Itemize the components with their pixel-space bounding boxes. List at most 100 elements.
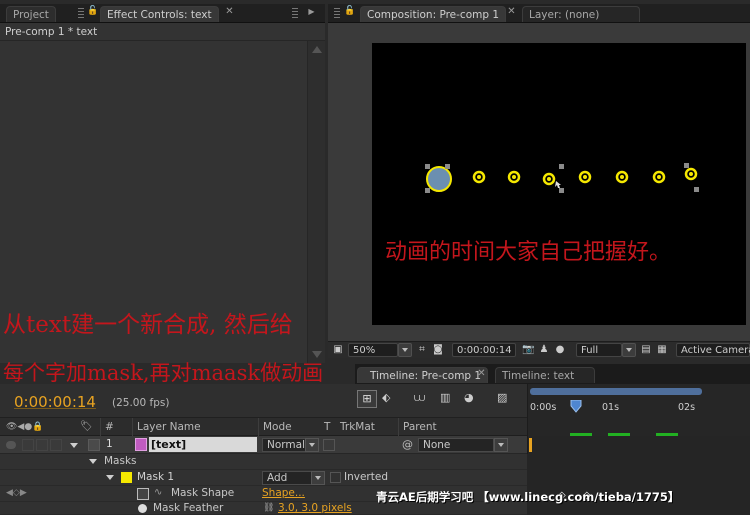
mask-vertex-icon[interactable] bbox=[472, 170, 486, 184]
tab-effect-controls[interactable]: Effect Controls: text bbox=[100, 6, 219, 22]
column-layer-name[interactable]: Layer Name bbox=[132, 418, 258, 436]
effect-controls-scrollbar[interactable] bbox=[307, 41, 325, 363]
mask-feather-value[interactable]: 3.0, 3.0 pixels bbox=[278, 502, 352, 514]
lock-switch[interactable] bbox=[50, 439, 62, 451]
layer-name-field[interactable]: [text] bbox=[149, 437, 257, 452]
twirl-down-icon[interactable] bbox=[106, 475, 114, 480]
region-of-interest-icon[interactable]: ▣ bbox=[332, 344, 344, 356]
parent-dropdown[interactable]: None bbox=[418, 438, 494, 452]
fast-previews-icon[interactable]: ▤ bbox=[640, 344, 652, 356]
pick-whip-icon[interactable]: @ bbox=[402, 438, 413, 451]
parent-dropdown-icon[interactable] bbox=[494, 438, 508, 452]
layer-row[interactable]: 1 [text] Normal @ None bbox=[0, 436, 527, 454]
comp-mini-flowchart-icon[interactable]: ⊞ bbox=[357, 390, 377, 408]
show-snapshot-icon[interactable]: ♟ bbox=[538, 344, 550, 356]
mask-mode-dropdown-icon[interactable] bbox=[311, 471, 325, 485]
frame-blending-icon[interactable]: ▥ bbox=[440, 391, 456, 407]
column-t: T bbox=[324, 421, 331, 433]
draft-3d-icon[interactable]: ⩊ bbox=[414, 391, 430, 407]
close-icon[interactable]: ✕ bbox=[224, 7, 235, 18]
inverted-checkbox[interactable] bbox=[330, 472, 341, 483]
mode-dropdown-icon[interactable] bbox=[305, 438, 319, 452]
lock-icon[interactable]: 🔓 bbox=[87, 6, 98, 17]
mask-name[interactable]: Mask 1 bbox=[137, 471, 174, 483]
layer-in-point[interactable] bbox=[529, 438, 532, 452]
zoom-field[interactable]: 50% bbox=[348, 343, 398, 357]
safe-zones-icon[interactable]: ⌗ bbox=[416, 344, 428, 356]
mask-color-swatch[interactable] bbox=[121, 472, 132, 483]
work-area-bar[interactable] bbox=[530, 388, 702, 395]
composition-icon bbox=[135, 438, 147, 451]
column-trkmat: TrkMat bbox=[340, 421, 375, 433]
color-channels-icon[interactable]: ● bbox=[554, 344, 566, 356]
mask-row[interactable]: Mask 1 Add Inverted bbox=[0, 470, 527, 486]
stopwatch-icon[interactable] bbox=[137, 488, 149, 500]
drag-grip-icon[interactable] bbox=[78, 8, 84, 20]
twirl-down-icon[interactable] bbox=[70, 443, 78, 448]
resolution-field[interactable]: Full bbox=[576, 343, 622, 357]
lock-icon[interactable]: 🔓 bbox=[344, 6, 355, 17]
resolution-dropdown-icon[interactable] bbox=[622, 343, 636, 357]
link-icon[interactable]: ⛓ bbox=[263, 503, 274, 513]
mask-shape-selected[interactable] bbox=[425, 164, 452, 193]
column-number: # bbox=[100, 418, 132, 436]
tab-timeline-precomp[interactable]: Timeline: Pre-comp 1 bbox=[357, 367, 489, 383]
tab-composition[interactable]: Composition: Pre-comp 1 bbox=[360, 6, 507, 22]
mask-vertex-icon[interactable] bbox=[615, 170, 629, 184]
keyframe-marker[interactable] bbox=[656, 433, 678, 436]
keyframe-marker[interactable] bbox=[608, 433, 630, 436]
keyframe-marker[interactable] bbox=[570, 433, 592, 436]
current-time-display[interactable]: 0:00:00:14 bbox=[14, 393, 96, 411]
camera-snapshot-icon[interactable]: ◙ bbox=[432, 344, 444, 356]
keyframe-navigator-icon[interactable]: ◀◇▶ bbox=[6, 488, 27, 498]
preserve-transparency-checkbox[interactable] bbox=[323, 439, 335, 451]
graph-editor-icon[interactable]: ▨ bbox=[497, 391, 513, 407]
playhead-icon[interactable] bbox=[570, 400, 582, 414]
drag-grip-icon[interactable] bbox=[334, 8, 340, 20]
layer-track[interactable] bbox=[527, 436, 750, 454]
label-column-icon: 🏷 bbox=[80, 421, 93, 432]
close-icon[interactable]: ✕ bbox=[506, 7, 517, 18]
time-ruler[interactable]: 0:00s 01s 02s bbox=[527, 384, 750, 418]
mask-mode-dropdown[interactable]: Add bbox=[262, 471, 312, 485]
label-color-swatch[interactable] bbox=[88, 439, 100, 451]
live-update-icon[interactable]: ⬖ bbox=[382, 391, 398, 407]
tab-project[interactable]: Project bbox=[6, 6, 56, 22]
zoom-dropdown-icon[interactable] bbox=[398, 343, 412, 357]
tab-layer[interactable]: Layer: (none) bbox=[522, 6, 640, 22]
comp-canvas[interactable] bbox=[372, 43, 746, 325]
eye-icon[interactable] bbox=[6, 441, 16, 449]
snapshot-icon[interactable]: 📷 bbox=[522, 344, 534, 356]
transparency-grid-icon[interactable]: ▦ bbox=[656, 344, 668, 356]
close-icon[interactable]: ✕ bbox=[476, 369, 487, 380]
av-switches-icon[interactable]: 👁◀●🔒 bbox=[6, 422, 43, 432]
mask-vertex-handle bbox=[425, 164, 430, 169]
solo-switch[interactable] bbox=[36, 439, 48, 451]
panel-menu-icon[interactable]: ▶ bbox=[306, 7, 317, 18]
mask-vertex-icon[interactable] bbox=[578, 170, 592, 184]
mode-dropdown[interactable]: Normal bbox=[262, 438, 306, 452]
audio-switch[interactable] bbox=[22, 439, 34, 451]
mask-overlay[interactable] bbox=[372, 43, 746, 325]
current-time-field[interactable]: 0:00:00:14 bbox=[452, 343, 516, 357]
caption-timing: 动画的时间大家自己把握好。 bbox=[385, 240, 672, 265]
graph-icon: ∿ bbox=[154, 487, 163, 498]
stopwatch-icon[interactable] bbox=[138, 504, 147, 513]
mask-vertex-icon[interactable] bbox=[652, 170, 666, 184]
scroll-up-icon[interactable] bbox=[312, 46, 322, 53]
mask-vertex-icon[interactable] bbox=[684, 167, 698, 181]
mask-vertex-icon[interactable] bbox=[507, 170, 521, 184]
twirl-down-icon[interactable] bbox=[89, 459, 97, 464]
drag-grip-icon[interactable] bbox=[292, 8, 298, 20]
timeline-tabbar: Timeline: Pre-comp 1 ✕ Timeline: text bbox=[355, 364, 750, 384]
motion-blur-icon[interactable]: ◕ bbox=[464, 391, 480, 407]
mask-shape-value[interactable]: Shape... bbox=[262, 487, 305, 499]
mask-vertex-icon[interactable] bbox=[542, 172, 556, 186]
mask-shape-label: Mask Shape bbox=[171, 487, 235, 499]
tab-timeline-text[interactable]: Timeline: text bbox=[495, 367, 595, 383]
camera-view-field[interactable]: Active Camera bbox=[676, 343, 750, 357]
masks-group-row[interactable]: Masks bbox=[0, 454, 527, 470]
layer-column-header: 👁◀●🔒 🏷 # Layer Name Mode T TrkMat Parent bbox=[0, 418, 527, 436]
mask-vertex-handle bbox=[425, 188, 430, 193]
column-mode: Mode bbox=[258, 418, 320, 436]
